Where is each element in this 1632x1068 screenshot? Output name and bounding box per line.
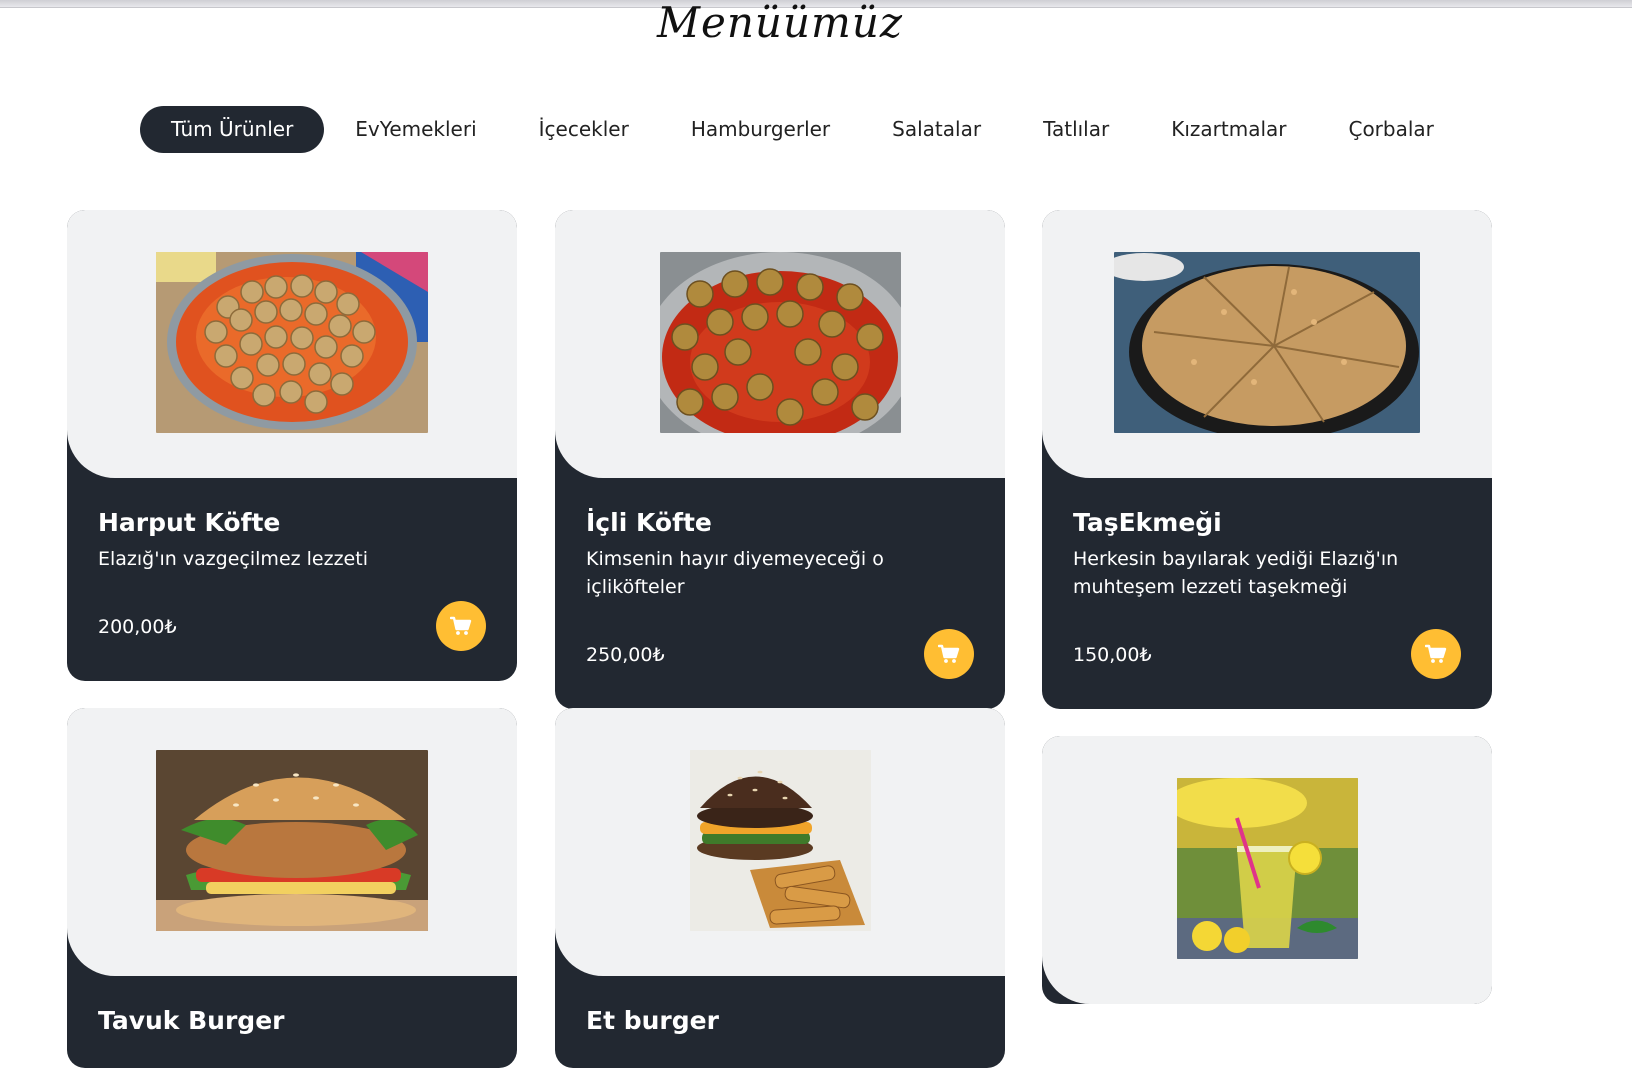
product-image-box [555, 210, 1005, 478]
product-card: TaşEkmeği Herkesin bayılarak yediği Elaz… [1042, 210, 1492, 709]
tasekmegi-photo [1114, 252, 1420, 433]
product-image-box [1042, 210, 1492, 478]
product-description: Kimsenin hayır diyemeyeceği o içliköftel… [586, 548, 884, 598]
add-to-cart-button[interactable] [1411, 629, 1461, 679]
product-card: Harput Köfte Elazığ'ın vazgeçilmez lezze… [67, 210, 517, 681]
product-name: İçli Köfte [586, 508, 712, 537]
shopping-cart-icon [1425, 644, 1447, 663]
shopping-cart-icon [938, 644, 960, 663]
product-description: Herkesin bayılarak yediği Elazığ'ın muht… [1073, 548, 1399, 598]
tavuk-burger-photo [156, 750, 428, 931]
product-name: TaşEkmeği [1073, 508, 1222, 537]
product-image-box [1042, 736, 1492, 1004]
product-detail: Et burger [555, 976, 1005, 1068]
filter-hamburgers[interactable]: Hamburgerler [660, 106, 861, 153]
shopping-cart-icon [450, 616, 472, 635]
product-detail: Harput Köfte Elazığ'ın vazgeçilmez lezze… [67, 478, 517, 681]
product-name: Harput Köfte [98, 508, 281, 537]
filter-drinks[interactable]: İçecekler [508, 106, 660, 153]
product-image-box [67, 210, 517, 478]
et-burger-photo [689, 750, 871, 931]
category-filter-bar: Tüm Ürünler EvYemekleri İçecekler Hambur… [140, 106, 1465, 153]
product-detail: İçli Köfte Kimsenin hayır diyemeyeceği o… [555, 478, 1005, 709]
filter-desserts[interactable]: Tatlılar [1012, 106, 1140, 153]
harput-kofte-photo [156, 252, 428, 433]
product-name: Tavuk Burger [98, 1006, 285, 1035]
product-description: Elazığ'ın vazgeçilmez lezzeti [98, 548, 368, 570]
lemonade-photo [1176, 778, 1358, 959]
filter-home-meals[interactable]: EvYemekleri [324, 106, 507, 153]
product-image-box [67, 708, 517, 976]
product-price: 200,00₺ [98, 616, 177, 638]
product-card: Et burger [555, 708, 1005, 1068]
filter-soups[interactable]: Çorbalar [1317, 106, 1464, 153]
filter-salads[interactable]: Salatalar [861, 106, 1012, 153]
product-detail: TaşEkmeği Herkesin bayılarak yediği Elaz… [1042, 478, 1492, 709]
filter-fried[interactable]: Kızartmalar [1140, 106, 1317, 153]
page-title: Menüümüz [656, 0, 903, 47]
product-detail: Tavuk Burger [67, 976, 517, 1068]
filter-all-products[interactable]: Tüm Ürünler [140, 106, 325, 153]
product-price: 250,00₺ [586, 644, 665, 666]
product-name: Et burger [586, 1006, 719, 1035]
product-card [1042, 736, 1492, 1004]
product-price: 150,00₺ [1073, 644, 1152, 666]
product-card: İçli Köfte Kimsenin hayır diyemeyeceği o… [555, 210, 1005, 709]
product-image-box [555, 708, 1005, 976]
add-to-cart-button[interactable] [436, 601, 486, 651]
add-to-cart-button[interactable] [924, 629, 974, 679]
product-card: Tavuk Burger [67, 708, 517, 1068]
icli-kofte-photo [659, 252, 901, 433]
